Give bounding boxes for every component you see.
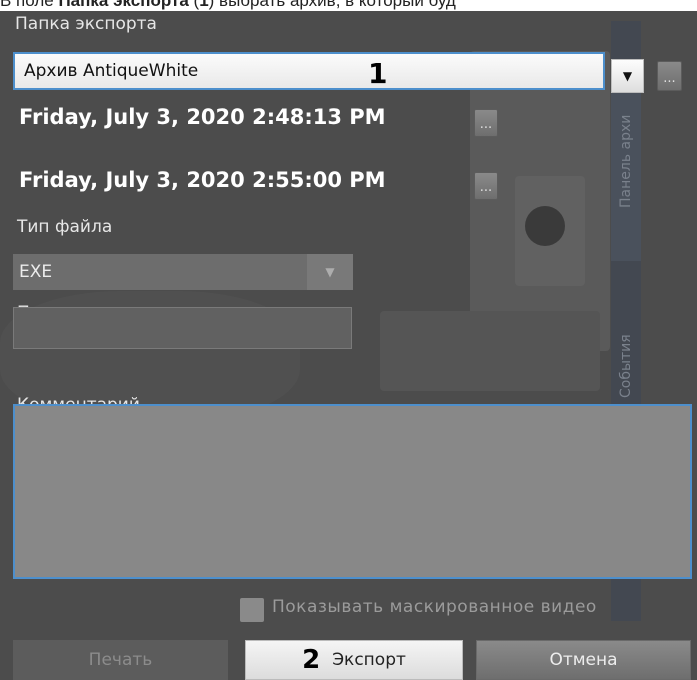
cancel-button[interactable]: Отмена — [476, 640, 691, 680]
export-folder-select[interactable]: Архив AntiqueWhite — [13, 52, 605, 90]
annotation-marker-2: 2 — [302, 645, 321, 675]
export-folder-browse-button[interactable]: ... — [657, 61, 682, 91]
caption-field-name: Папка экспорта — [58, 0, 189, 10]
masked-video-checkbox[interactable] — [240, 598, 264, 622]
export-dialog: Панель архи События Папка экспорта Архив… — [0, 11, 697, 680]
caption-marker: 1 — [199, 0, 209, 10]
background-video-ghost — [380, 311, 600, 391]
chevron-down-icon: ▼ — [622, 69, 633, 83]
file-type-select[interactable]: EXE ▼ — [13, 254, 353, 290]
end-datetime: Friday, July 3, 2020 2:55:00 PM — [19, 168, 386, 192]
cancel-button-label: Отмена — [549, 650, 618, 670]
caption-rest: ) выбрать архив, в который буд — [208, 0, 456, 10]
export-folder-dropdown-button[interactable]: ▼ — [611, 59, 644, 93]
file-type-dropdown-button[interactable]: ▼ — [307, 254, 353, 290]
print-button-label: Печать — [88, 650, 153, 670]
file-type-value: EXE — [19, 262, 53, 282]
start-datetime-picker-button[interactable]: ... — [474, 109, 498, 137]
annotation-marker-1: 1 — [368, 57, 388, 90]
export-folder-label: Папка экспорта — [15, 14, 157, 34]
caption-open: ( — [188, 0, 200, 10]
export-button-label: Экспорт — [332, 650, 406, 670]
background-video-ghost — [525, 206, 565, 246]
start-datetime: Friday, July 3, 2020 2:48:13 PM — [19, 105, 386, 129]
caption-prefix: В поле — [0, 0, 59, 10]
end-datetime-picker-button[interactable]: ... — [474, 172, 498, 200]
comment-textarea[interactable] — [13, 404, 692, 579]
file-type-label: Тип файла — [17, 217, 113, 237]
export-folder-value: Архив AntiqueWhite — [24, 61, 199, 81]
print-button[interactable]: Печать — [13, 640, 228, 680]
password-field[interactable] — [13, 307, 352, 349]
chevron-down-icon: ▼ — [325, 265, 335, 279]
masked-video-label[interactable]: Показывать маскированное видео — [272, 597, 597, 617]
export-button[interactable]: 2 Экспорт — [245, 640, 463, 680]
instruction-caption: В поле Папка экспорта (1) выбрать архив,… — [0, 0, 697, 11]
